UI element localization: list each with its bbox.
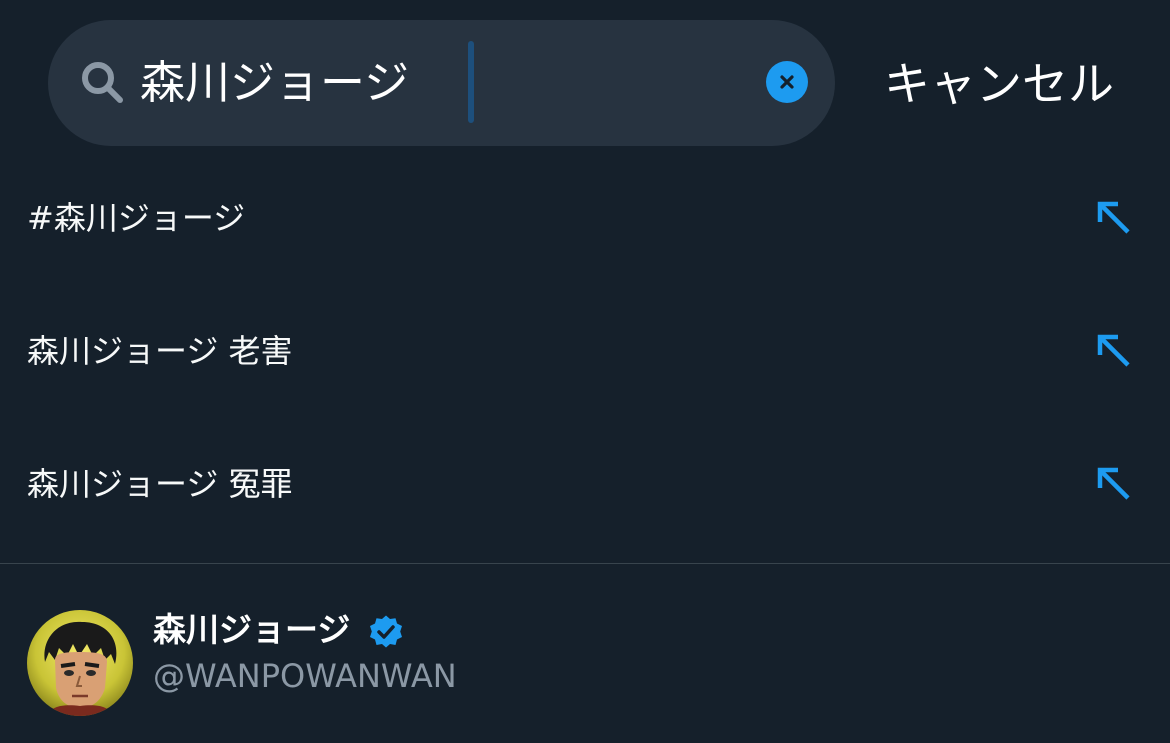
suggestion-item[interactable]: 森川ジョージ 冤罪 — [0, 430, 1170, 540]
arrow-up-left-icon[interactable] — [1096, 333, 1132, 369]
arrow-up-left-icon[interactable] — [1096, 466, 1132, 502]
suggestion-label: #森川ジョージ — [27, 199, 246, 237]
verified-badge-icon — [370, 615, 402, 648]
avatar[interactable] — [27, 610, 133, 716]
avatar-illustration — [27, 610, 133, 716]
arrow-up-left-icon[interactable] — [1096, 200, 1132, 236]
user-handle: @WANPOWANWAN — [153, 657, 457, 695]
user-result-row[interactable]: 森川ジョージ @WANPOWANWAN — [0, 564, 1170, 743]
close-icon — [780, 75, 794, 89]
suggestion-item[interactable]: #森川ジョージ — [0, 164, 1170, 274]
cancel-button[interactable]: キャンセル — [884, 52, 1114, 116]
search-icon — [82, 62, 123, 103]
suggestion-label: 森川ジョージ 冤罪 — [27, 465, 293, 503]
search-screen: 森川ジョージ キャンセル #森川ジョージ 森川ジョージ 老害 森川ジョージ 冤罪 — [0, 0, 1170, 743]
suggestion-item[interactable]: 森川ジョージ 老害 — [0, 297, 1170, 407]
suggestion-label: 森川ジョージ 老害 — [27, 332, 293, 370]
search-input[interactable]: 森川ジョージ — [140, 54, 470, 112]
clear-search-button[interactable] — [766, 61, 808, 103]
text-caret — [468, 41, 474, 123]
user-display-name: 森川ジョージ — [153, 610, 351, 649]
